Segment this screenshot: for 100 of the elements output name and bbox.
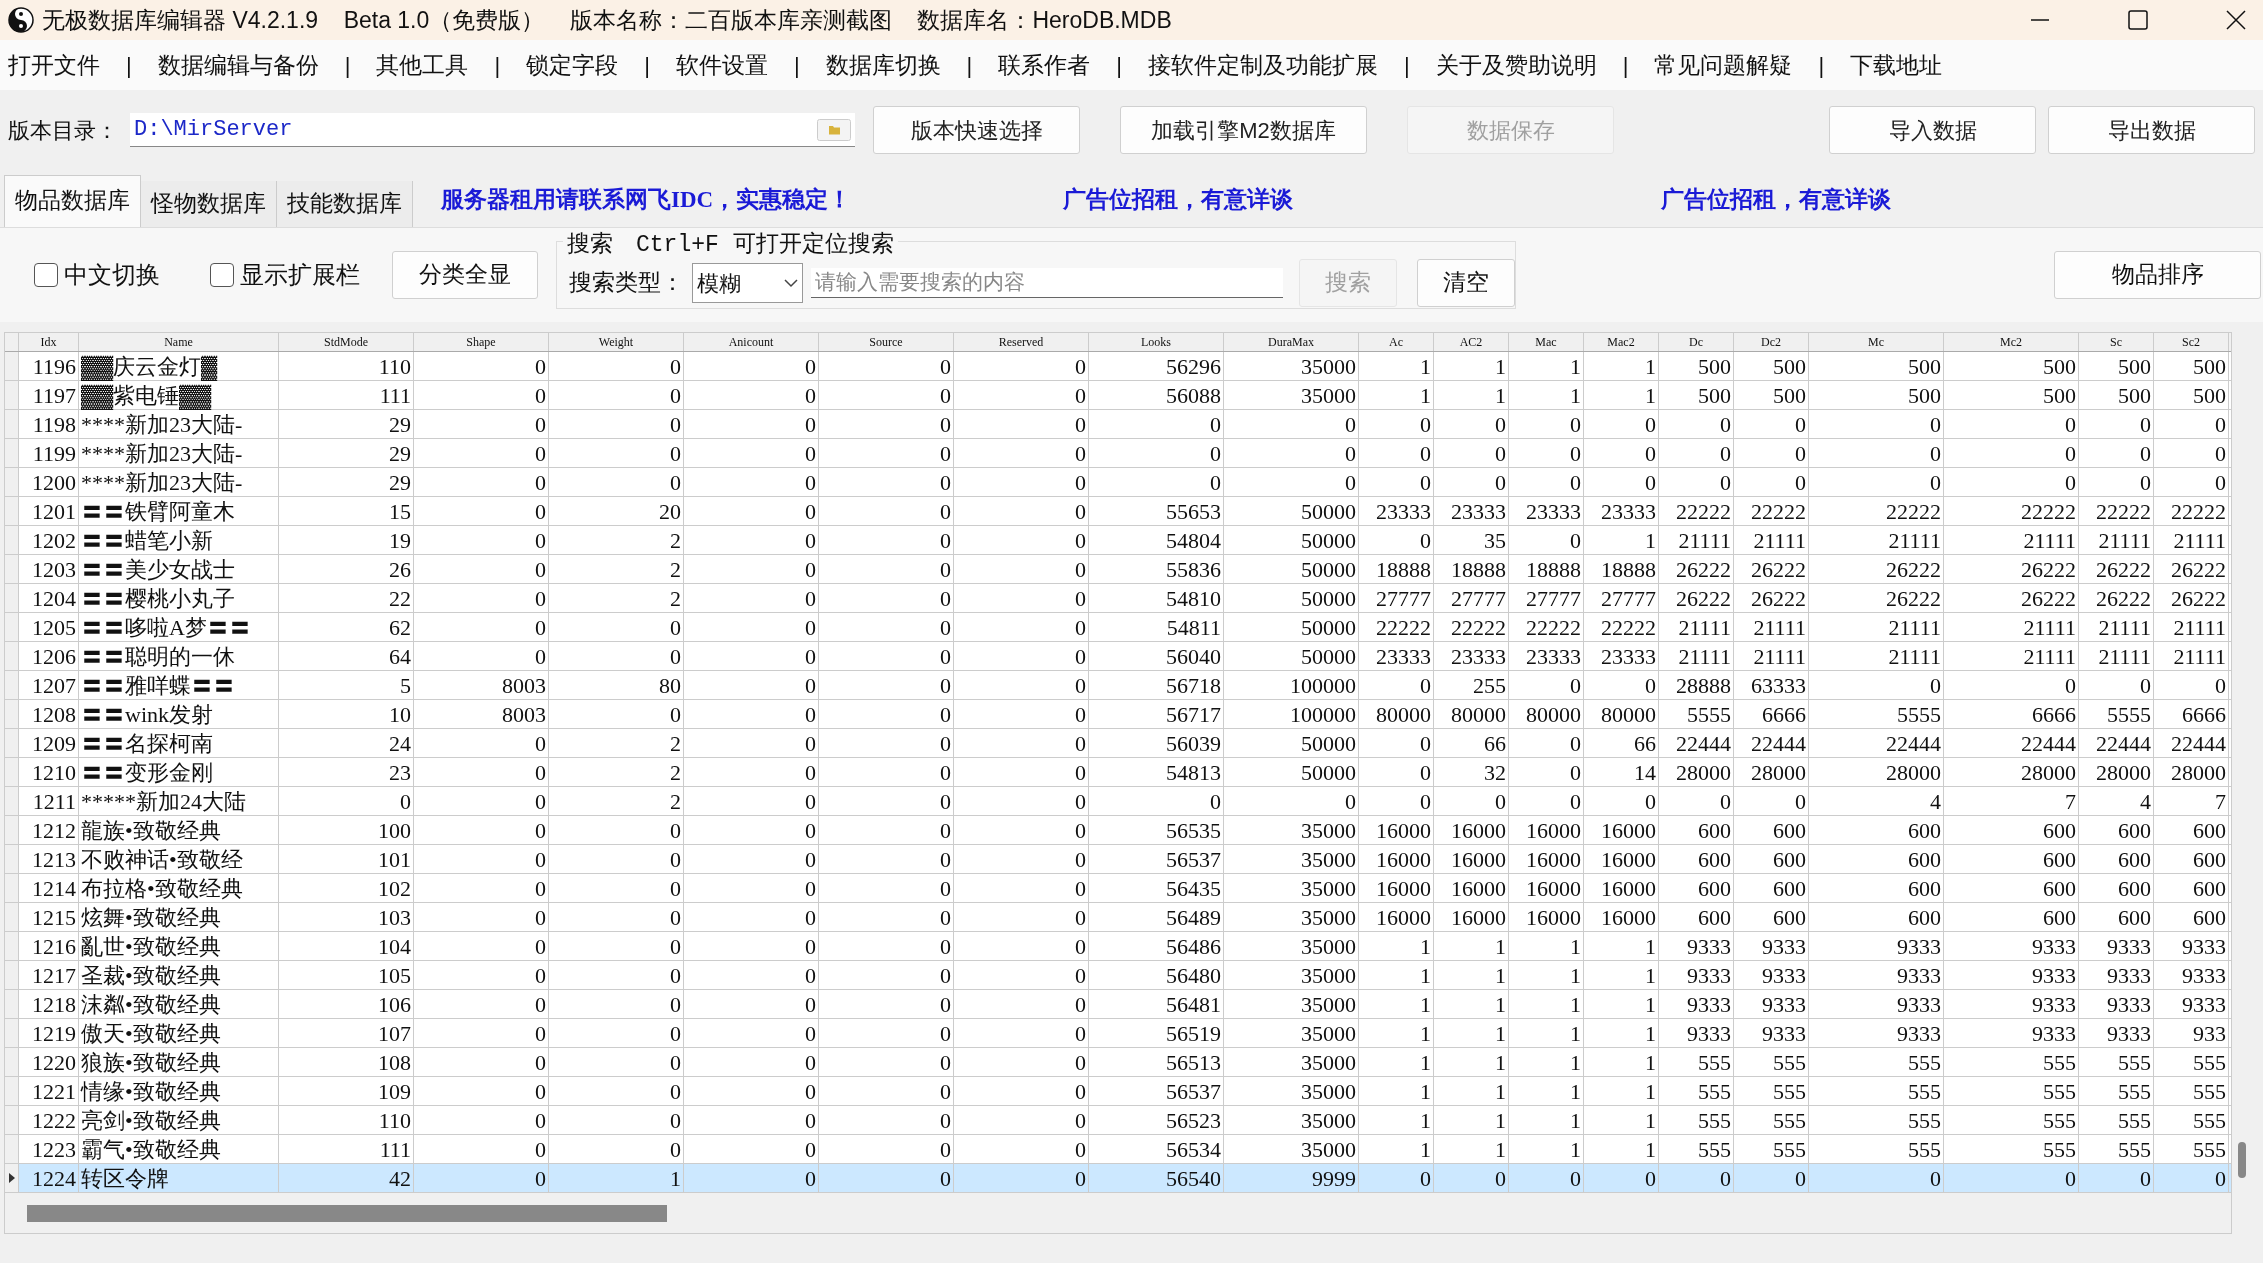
column-header[interactable]: Idx bbox=[19, 333, 79, 351]
table-row[interactable]: 1217 圣裁•致敬经典 105 0 0 0 0 0 56480 35000 1 1 1 1 9333 9333 9333 9333 9333 9333 bbox=[5, 961, 2231, 990]
tab[interactable]: 技能数据库 bbox=[277, 181, 413, 227]
column-header[interactable]: Dc bbox=[1659, 333, 1734, 351]
column-header[interactable]: AC2 bbox=[1434, 333, 1509, 351]
table-row[interactable]: 1216 亂世•致敬经典 104 0 0 0 0 0 56486 35000 1 1 1 1 9333 9333 9333 9333 9333 9333 bbox=[5, 932, 2231, 961]
table-row[interactable]: 1221 情缘•致敬经典 109 0 0 0 0 0 56537 35000 1 1 1 1 555 555 555 555 555 555 bbox=[5, 1077, 2231, 1106]
menu-item[interactable]: 联系作者 bbox=[998, 47, 1091, 83]
column-header[interactable]: Looks bbox=[1089, 333, 1224, 351]
table-row[interactable]: 1205 〓〓哆啦A梦〓〓 62 0 0 0 0 0 54811 50000 22222 22222 22222 22222 21111 21111 21111 21111 21111 21111 bbox=[5, 613, 2231, 642]
table-cell: 105 bbox=[279, 961, 414, 989]
scrollbar-thumb[interactable] bbox=[2238, 1142, 2246, 1178]
menu-item[interactable]: 数据库切换 bbox=[825, 47, 941, 83]
column-header[interactable]: StdMode bbox=[279, 333, 414, 351]
table-cell: 0 bbox=[684, 990, 819, 1018]
column-header[interactable]: DuraMax bbox=[1224, 333, 1359, 351]
table-cell: 1 bbox=[1434, 1019, 1509, 1047]
column-header[interactable]: Ac bbox=[1359, 333, 1434, 351]
clear-button[interactable]: 清空 bbox=[1417, 259, 1515, 307]
folder-icon[interactable] bbox=[817, 118, 851, 141]
close-icon[interactable] bbox=[2225, 9, 2247, 31]
column-header[interactable]: Mac bbox=[1509, 333, 1584, 351]
column-header[interactable]: Shape bbox=[414, 333, 549, 351]
menu-item[interactable]: 打开文件 bbox=[8, 47, 100, 83]
row-header[interactable] bbox=[5, 1164, 19, 1192]
menu-item[interactable]: 常见问题解疑 bbox=[1654, 47, 1793, 83]
table-row[interactable]: 1213 不败神话•致敬经 101 0 0 0 0 0 56537 35000 16000 16000 16000 16000 600 600 600 600 600 600 bbox=[5, 845, 2231, 874]
checkbox[interactable] bbox=[210, 263, 234, 287]
menu-item[interactable]: 软件设置 bbox=[675, 47, 768, 83]
show-all-button[interactable]: 分类全显 bbox=[392, 251, 538, 299]
table-cell: 500 bbox=[2154, 381, 2229, 409]
table-row[interactable]: 1197 ▓▓紫电锤▓▓ 111 0 0 0 0 0 56088 35000 1 1 1 1 500 500 500 500 500 500 bbox=[5, 381, 2231, 410]
table-cell: 0 bbox=[414, 439, 549, 467]
sort-button[interactable]: 物品排序 bbox=[2054, 251, 2261, 299]
menu-separator: | bbox=[1403, 51, 1411, 80]
table-row[interactable]: 1202 〓〓蜡笔小新 19 0 2 0 0 0 54804 50000 0 35 0 1 21111 21111 21111 21111 21111 21111 bbox=[5, 526, 2231, 555]
toolbar-button[interactable]: 加载引擎M2数据库 bbox=[1120, 106, 1367, 154]
table-row[interactable]: 1215 炫舞•致敬经典 103 0 0 0 0 0 56489 35000 16000 16000 16000 16000 600 600 600 600 600 600 bbox=[5, 903, 2231, 932]
table-cell: 16000 bbox=[1434, 816, 1509, 844]
table-row[interactable]: 1212 龍族•致敬经典 100 0 0 0 0 0 56535 35000 16000 16000 16000 16000 600 600 600 600 600 600 bbox=[5, 816, 2231, 845]
menu-item[interactable]: 锁定字段 bbox=[526, 47, 619, 83]
toolbar-button[interactable]: 导出数据 bbox=[2048, 106, 2255, 154]
table-row[interactable]: 1224 转区令牌 42 0 1 0 0 0 56540 9999 0 0 0 0 0 0 0 0 0 0 bbox=[5, 1164, 2231, 1193]
table-row[interactable]: 1199 ****新加23大陆- 29 0 0 0 0 0 0 0 0 0 0 0 0 0 0 0 0 0 bbox=[5, 439, 2231, 468]
column-header[interactable]: Sc2 bbox=[2154, 333, 2229, 351]
table-row[interactable]: 1210 〓〓变形金刚 23 0 2 0 0 0 54813 50000 0 32 0 14 28000 28000 28000 28000 28000 28000 bbox=[5, 758, 2231, 787]
table-cell: 0 bbox=[684, 787, 819, 815]
checkbox[interactable] bbox=[34, 263, 58, 287]
table-row[interactable]: 1203 〓〓美少女战士 26 0 2 0 0 0 55836 50000 18888 18888 18888 18888 26222 26222 26222 26222 26222 26222 bbox=[5, 555, 2231, 584]
tab[interactable]: 怪物数据库 bbox=[141, 181, 277, 227]
menu-separator: | bbox=[1115, 51, 1124, 80]
table-cell: 100 bbox=[279, 816, 414, 844]
column-header[interactable]: Mc bbox=[1809, 333, 1944, 351]
column-header[interactable]: Name bbox=[79, 333, 279, 351]
table-row[interactable]: 1207 〓〓雅咩蝶〓〓 5 8003 80 0 0 0 56718 100000 0 255 0 0 28888 63333 0 0 0 0 bbox=[5, 671, 2231, 700]
table-cell: 23333 bbox=[1584, 497, 1659, 525]
column-header[interactable]: Weight bbox=[549, 333, 684, 351]
table-row[interactable]: 1223 霸气•致敬经典 111 0 0 0 0 0 56534 35000 1 1 1 1 555 555 555 555 555 555 bbox=[5, 1135, 2231, 1164]
table-row[interactable]: 1211 *****新加24大陆 0 0 2 0 0 0 0 0 0 0 0 0 0 0 4 7 4 7 bbox=[5, 787, 2231, 816]
menu-item[interactable]: 数据编辑与备份 bbox=[157, 47, 319, 83]
menu-item[interactable]: 关于及赞助说明 bbox=[1435, 47, 1597, 83]
table-row[interactable]: 1198 ****新加23大陆- 29 0 0 0 0 0 0 0 0 0 0 0 0 0 0 0 0 0 bbox=[5, 410, 2231, 439]
table-row[interactable]: 1204 〓〓樱桃小丸子 22 0 2 0 0 0 54810 50000 27777 27777 27777 27777 26222 26222 26222 26222 26222 26222 bbox=[5, 584, 2231, 613]
menu-item[interactable]: 接软件定制及功能扩展 bbox=[1148, 47, 1379, 83]
column-header[interactable]: Dc2 bbox=[1734, 333, 1809, 351]
menu-item[interactable]: 下载地址 bbox=[1850, 47, 1943, 83]
menu-item[interactable]: 其他工具 bbox=[376, 47, 469, 83]
table-cell: *****新加24大陆 bbox=[79, 787, 279, 815]
table-row[interactable]: 1206 〓〓聪明的一休 64 0 0 0 0 0 56040 50000 23333 23333 23333 23333 21111 21111 21111 21111 21111 21111 bbox=[5, 642, 2231, 671]
column-header[interactable]: Reserved bbox=[954, 333, 1089, 351]
table-cell: 600 bbox=[1809, 845, 1944, 873]
table-row[interactable]: 1214 布拉格•致敬经典 102 0 0 0 0 0 56435 35000 16000 16000 16000 16000 600 600 600 600 600 600 bbox=[5, 874, 2231, 903]
column-header[interactable]: Anicount bbox=[684, 333, 819, 351]
table-row[interactable]: 1218 沫粼•致敬经典 106 0 0 0 0 0 56481 35000 1 1 1 1 9333 9333 9333 9333 9333 9333 bbox=[5, 990, 2231, 1019]
table-cell: 0 bbox=[819, 497, 954, 525]
search-type-dropdown[interactable]: 模糊 bbox=[692, 263, 804, 303]
table-row[interactable]: 1209 〓〓名探柯南 24 0 2 0 0 0 56039 50000 0 66 0 66 22444 22444 22444 22444 22444 22444 bbox=[5, 729, 2231, 758]
table-row[interactable]: 1200 ****新加23大陆- 29 0 0 0 0 0 0 0 0 0 0 0 0 0 0 0 0 0 bbox=[5, 468, 2231, 497]
toolbar-button[interactable]: 版本快速选择 bbox=[873, 106, 1080, 154]
column-header[interactable]: Mc2 bbox=[1944, 333, 2079, 351]
table-row[interactable]: 1208 〓〓wink发射 10 8003 0 0 0 0 56717 100000 80000 80000 80000 80000 5555 6666 5555 6666 5555 6666 bbox=[5, 700, 2231, 729]
table-row[interactable]: 1196 ▓▓庆云金灯▓ 110 0 0 0 0 0 56296 35000 1 1 1 1 500 500 500 500 500 500 bbox=[5, 352, 2231, 381]
table-cell: 0 bbox=[684, 1164, 819, 1192]
tab[interactable]: 物品数据库 bbox=[4, 175, 141, 227]
table-row[interactable]: 1219 傲天•致敬经典 107 0 0 0 0 0 56519 35000 1 1 1 1 9333 9333 9333 9333 9333 933 bbox=[5, 1019, 2231, 1048]
directory-field[interactable]: D:\MirServer bbox=[130, 113, 855, 147]
table-row[interactable]: 1220 狼族•致敬经典 108 0 0 0 0 0 56513 35000 1 1 1 1 555 555 555 555 555 555 bbox=[5, 1048, 2231, 1077]
table-row[interactable]: 1201 〓〓铁臂阿童木 15 0 20 0 0 0 55653 50000 23333 23333 23333 23333 22222 22222 22222 22222 22222 22222 bbox=[5, 497, 2231, 526]
table-row[interactable]: 1222 亮剑•致敬经典 110 0 0 0 0 0 56523 35000 1 1 1 1 555 555 555 555 555 555 bbox=[5, 1106, 2231, 1135]
horizontal-scrollbar-thumb[interactable] bbox=[27, 1204, 667, 1222]
table-cell: 〓〓蜡笔小新 bbox=[79, 526, 279, 554]
column-header[interactable]: Sc bbox=[2079, 333, 2154, 351]
column-header[interactable]: Mac2 bbox=[1584, 333, 1659, 351]
table-cell: 555 bbox=[1944, 1048, 2079, 1076]
column-header[interactable]: Source bbox=[819, 333, 954, 351]
maximize-icon[interactable] bbox=[2127, 9, 2149, 31]
table-cell: 21111 bbox=[1734, 526, 1809, 554]
table-cell: 0 bbox=[954, 700, 1089, 728]
search-field[interactable]: 请输入需要搜索的内容 bbox=[811, 268, 1284, 298]
toolbar-button[interactable]: 导入数据 bbox=[1829, 106, 2036, 154]
